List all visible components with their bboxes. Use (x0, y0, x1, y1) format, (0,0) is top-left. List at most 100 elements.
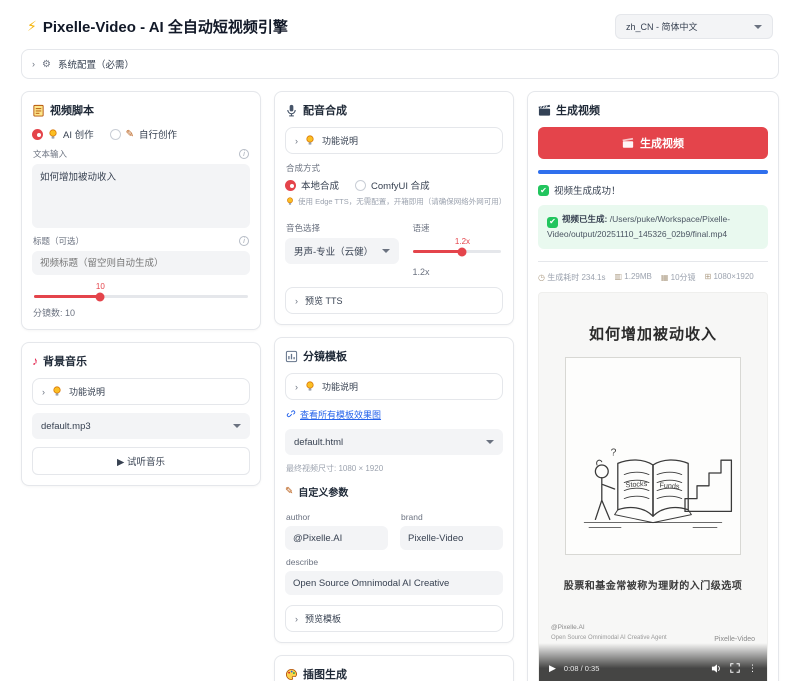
chevron-right-icon: › (295, 296, 298, 306)
tts-preview-accordion[interactable]: › 预览 TTS (285, 287, 503, 314)
template-file-dropdown[interactable]: default.html (285, 429, 503, 455)
palette-icon (285, 668, 298, 681)
radio-selected-icon[interactable] (32, 129, 43, 140)
column-script: 视频脚本 AI 创作 ✎ 自行创作 (21, 91, 261, 498)
radio-unselected-icon[interactable] (355, 180, 366, 191)
chevron-down-icon (754, 25, 762, 29)
template-group: 分镜模板 › 功能说明 查看所有模板效果图 (274, 337, 514, 643)
disk-icon: ▥ (614, 272, 622, 281)
text-input-label-row: 文本输入 (33, 148, 249, 160)
radio-manual-label: 自行创作 (139, 127, 177, 141)
radio-unselected-icon[interactable] (110, 129, 121, 140)
header: ⚡ Pixelle-Video - AI 全自动短视频引擎 zh_CN - 简体… (27, 14, 773, 39)
title-label-row: 标题（可选） (33, 235, 249, 247)
view-templates-link[interactable]: 查看所有模板效果图 (300, 408, 381, 421)
describe-label: describe (286, 557, 318, 567)
check-icon (547, 217, 558, 228)
slider-handle[interactable] (458, 247, 467, 256)
music-group-title: ♪ 背景音乐 (32, 353, 250, 369)
script-group-title: 视频脚本 (32, 102, 250, 118)
language-value: zh_CN - 简体中文 (626, 20, 698, 33)
volume-button[interactable] (711, 663, 722, 674)
radio-ai-create[interactable]: AI 创作 (32, 127, 94, 141)
progress-bar (538, 170, 768, 174)
text-input-label: 文本输入 (33, 148, 67, 160)
method-label: 合成方式 (286, 162, 320, 174)
brand-label: brand (401, 512, 423, 522)
script-group-title-text: 视频脚本 (50, 102, 94, 118)
chevron-right-icon: › (295, 136, 298, 146)
chart-icon (285, 350, 298, 363)
slider-handle[interactable] (96, 292, 105, 301)
speaker-icon (711, 663, 722, 674)
stat-item: ⊞ 1080×1920 (705, 272, 754, 283)
lightbulb-icon (48, 129, 58, 140)
script-mode-radios: AI 创作 ✎ 自行创作 (32, 127, 250, 141)
stat-item: ▦ 10分镜 (661, 272, 696, 283)
voice-label: 音色选择 (286, 222, 320, 234)
info-icon (239, 236, 249, 246)
radio-comfyui-synth[interactable]: ComfyUI 合成 (355, 178, 430, 192)
template-group-title-text: 分镜模板 (303, 348, 347, 364)
video-player[interactable]: 如何增加被动收入 (538, 292, 768, 681)
radio-local-synth[interactable]: 本地合成 (285, 178, 339, 192)
result-label: 视频已生成: (562, 214, 607, 224)
preview-music-button[interactable]: ▶ 试听音乐 (32, 447, 250, 475)
column-generate: 生成视频 生成视频 视频生成成功！ 视频已生成: /Users/pu (527, 91, 779, 681)
template-help-accordion[interactable]: › 功能说明 (285, 373, 503, 400)
fullscreen-button[interactable] (730, 663, 740, 673)
text-input-field[interactable]: 如何增加被动收入 (32, 164, 250, 228)
author-field[interactable] (285, 526, 388, 550)
voice-label-row: 音色选择 (286, 222, 398, 234)
voice-group-title-text: 配音合成 (303, 102, 347, 118)
music-file-value: default.mp3 (41, 421, 91, 432)
tts-preview-label: 预览 TTS (305, 294, 343, 307)
method-radios: 本地合成 ComfyUI 合成 (285, 178, 503, 192)
radio-selected-icon[interactable] (285, 180, 296, 191)
illustration-frame: ? Stocks Funds (565, 357, 741, 555)
shots-slider[interactable] (34, 295, 248, 298)
voice-help-accordion[interactable]: › 功能说明 (285, 127, 503, 154)
template-group-title: 分镜模板 (285, 348, 503, 364)
music-help-label: 功能说明 (69, 385, 105, 398)
music-help-accordion[interactable]: › 功能说明 (32, 378, 250, 405)
brand-block: brand (400, 505, 503, 550)
sketch-illustration: ? Stocks Funds (573, 398, 733, 548)
tts-hint-text: 使用 Edge TTS，无需配置，开箱即用（请确保网络外网可用） (298, 196, 502, 207)
system-config-accordion[interactable]: › ⚙ 系统配置（必需） (21, 49, 779, 79)
image-group: 插图生成 › 功能说明 image_flux.json - Selfhost (274, 655, 514, 681)
main-columns: 视频脚本 AI 创作 ✎ 自行创作 (21, 91, 779, 681)
music-file-dropdown[interactable]: default.mp3 (32, 413, 250, 439)
lightbulb-icon (286, 197, 294, 206)
describe-field[interactable] (285, 571, 503, 595)
system-config-label: 系统配置（必需） (58, 57, 134, 71)
brand-field[interactable] (400, 526, 503, 550)
ruler-icon: ⊞ (705, 272, 712, 281)
clapperboard-icon (538, 104, 551, 117)
speed-slider[interactable] (413, 250, 501, 253)
brand-label-row: brand (401, 512, 502, 522)
title-input-field[interactable] (32, 251, 250, 275)
title-label: 标题（可选） (33, 235, 84, 247)
radio-local-label: 本地合成 (301, 178, 339, 192)
speed-label: 语速 (412, 222, 429, 234)
image-group-title: 插图生成 (285, 666, 503, 681)
template-preview-accordion[interactable]: › 预览模板 (285, 605, 503, 632)
column-middle: 配音合成 › 功能说明 合成方式 本地合成 (274, 91, 514, 681)
slider-fill (34, 295, 100, 298)
voice-group: 配音合成 › 功能说明 合成方式 本地合成 (274, 91, 514, 325)
play-button[interactable]: ▶ (549, 663, 556, 674)
shots-slider-wrap: 10 (34, 295, 248, 298)
speed-value-label: 1.2x (455, 237, 470, 246)
radio-manual-create[interactable]: ✎ 自行创作 (110, 127, 177, 141)
language-dropdown[interactable]: zh_CN - 简体中文 (615, 14, 773, 39)
voice-group-title: 配音合成 (285, 102, 503, 118)
author-block: author (285, 505, 388, 550)
divider (538, 261, 768, 262)
video-controls: ▶ 0:08 / 0:35 (539, 643, 767, 681)
voice-dropdown[interactable]: 男声-专业（云健） (285, 238, 399, 264)
custom-params-heading: ✎ 自定义参数 (285, 484, 503, 499)
template-help-label: 功能说明 (322, 380, 358, 393)
kebab-menu-button[interactable]: ⋮ (748, 663, 757, 674)
generate-video-button[interactable]: 生成视频 (538, 127, 768, 159)
